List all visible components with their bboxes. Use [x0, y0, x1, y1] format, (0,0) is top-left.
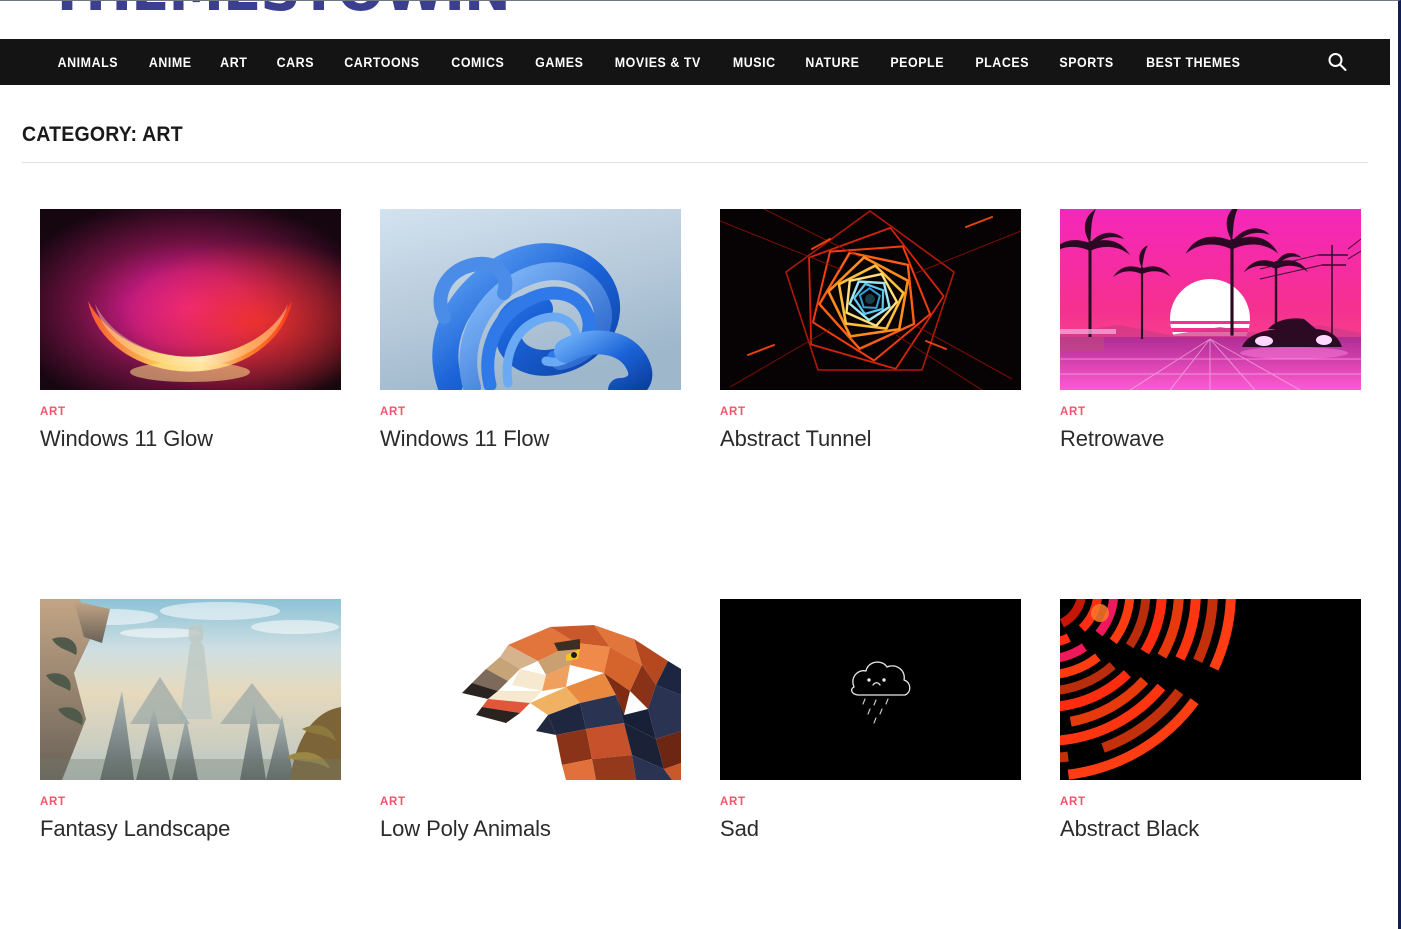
theme-thumbnail-sad[interactable] — [720, 599, 1021, 781]
card-title[interactable]: Windows 11 Flow — [380, 426, 681, 452]
card-title[interactable]: Windows 11 Glow — [40, 426, 341, 452]
search-icon[interactable] — [1326, 51, 1348, 73]
main-navigation: ANIMALS ANIME ART CARS CARTOONS COMICS G… — [0, 39, 1390, 85]
nav-item-art[interactable]: ART — [208, 55, 259, 70]
theme-thumbnail-fantasy[interactable] — [40, 599, 341, 781]
nav-item-nature[interactable]: NATURE — [794, 55, 872, 70]
nav-item-best-themes[interactable]: BEST THEMES — [1134, 55, 1252, 70]
theme-thumbnail-tunnel[interactable] — [720, 209, 1021, 390]
nav-item-cartoons[interactable]: CARTOONS — [333, 55, 432, 70]
nav-list: ANIMALS ANIME ART CARS CARTOONS COMICS G… — [42, 55, 1258, 70]
site-logo-area[interactable]: THEMESTOWIN — [0, 1, 1390, 39]
card-title[interactable]: Low Poly Animals — [380, 816, 681, 842]
theme-card[interactable]: ART Abstract Black — [1060, 599, 1361, 842]
nav-item-sports[interactable]: SPORTS — [1047, 55, 1125, 70]
nav-item-animals[interactable]: ANIMALS — [46, 55, 130, 70]
card-category[interactable]: ART — [720, 406, 1021, 418]
site-logo-text[interactable]: THEMESTOWIN — [48, 1, 511, 24]
theme-card[interactable]: ART Windows 11 Glow — [40, 209, 341, 452]
nav-item-anime[interactable]: ANIME — [137, 55, 204, 70]
card-category[interactable]: ART — [720, 796, 1021, 808]
card-title[interactable]: Retrowave — [1060, 426, 1361, 452]
theme-card[interactable]: ART Windows 11 Flow — [380, 209, 681, 452]
nav-item-games[interactable]: GAMES — [523, 55, 595, 70]
theme-thumbnail-retrowave[interactable] — [1060, 209, 1361, 390]
card-category[interactable]: ART — [1060, 796, 1361, 808]
nav-item-movies-tv[interactable]: MOVIES & TV — [603, 55, 713, 70]
theme-card[interactable]: ART Fantasy Landscape — [40, 599, 341, 842]
card-category[interactable]: ART — [1060, 406, 1361, 418]
card-title[interactable]: Abstract Black — [1060, 816, 1361, 842]
theme-grid: ART Windows 11 Glow ART Windows 11 Flow … — [40, 209, 1362, 929]
card-category[interactable]: ART — [40, 796, 341, 808]
card-category[interactable]: ART — [380, 796, 681, 808]
page-header: CATEGORY: ART — [22, 123, 1368, 163]
title-divider — [22, 162, 1368, 163]
theme-card[interactable]: ART Sad — [720, 599, 1021, 842]
page-title: CATEGORY: ART — [22, 123, 183, 146]
card-title[interactable]: Abstract Tunnel — [720, 426, 1021, 452]
card-category[interactable]: ART — [40, 406, 341, 418]
theme-card[interactable]: ART Retrowave — [1060, 209, 1361, 452]
nav-item-music[interactable]: MUSIC — [721, 55, 788, 70]
theme-thumbnail-abstract-black[interactable] — [1060, 599, 1361, 781]
nav-item-comics[interactable]: COMICS — [440, 55, 517, 70]
nav-item-places[interactable]: PLACES — [963, 55, 1041, 70]
theme-card[interactable]: ART Abstract Tunnel — [720, 209, 1021, 452]
page-root: THEMESTOWIN ANIMALS ANIME ART CARS CARTO… — [0, 0, 1401, 929]
theme-thumbnail-flow[interactable] — [380, 209, 681, 390]
nav-item-cars[interactable]: CARS — [264, 55, 325, 70]
card-title[interactable]: Sad — [720, 816, 1021, 842]
nav-item-people[interactable]: PEOPLE — [879, 55, 957, 70]
theme-card[interactable]: ART Low Poly Animals — [380, 599, 681, 842]
card-category[interactable]: ART — [380, 406, 681, 418]
theme-thumbnail-lowpoly[interactable] — [380, 599, 681, 781]
theme-thumbnail-glow[interactable] — [40, 209, 341, 390]
card-title[interactable]: Fantasy Landscape — [40, 816, 341, 842]
